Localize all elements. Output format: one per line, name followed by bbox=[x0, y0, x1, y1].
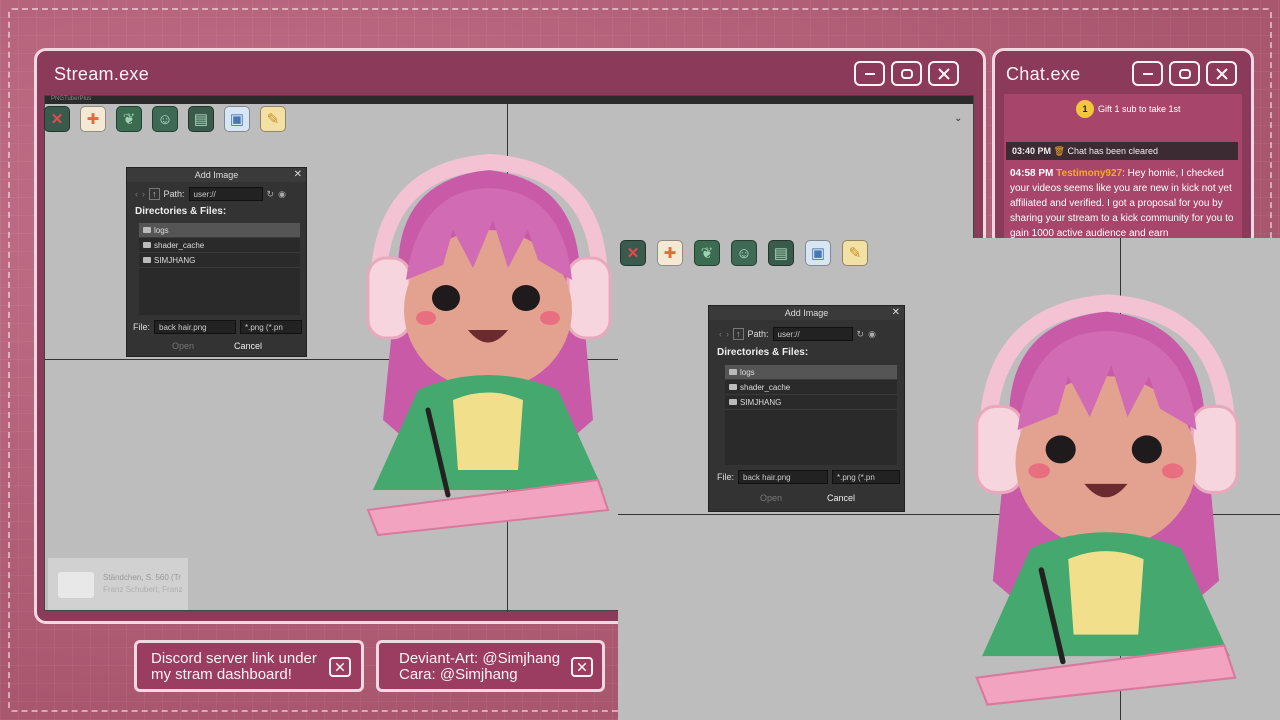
chat-username[interactable]: Testimony927 bbox=[1056, 168, 1122, 179]
folder-icon bbox=[729, 384, 737, 390]
dialog-title: Add Image bbox=[709, 306, 904, 320]
toolbar: ✕ ✚ ❦ ☺ ▤ ▣ ✎ bbox=[620, 240, 868, 266]
file-list: logs shader_cache SIMJHANG bbox=[725, 365, 897, 465]
list-item[interactable]: logs bbox=[139, 223, 300, 238]
list-item[interactable]: SIMJHANG bbox=[139, 253, 300, 268]
stream-window-controls bbox=[854, 61, 959, 86]
open-button[interactable]: Open bbox=[755, 491, 787, 505]
add-image-icon[interactable]: ✚ bbox=[657, 240, 683, 266]
album-art bbox=[58, 572, 94, 598]
dialog-close-icon[interactable]: ✕ bbox=[294, 169, 302, 180]
notice-socials: Deviant-Art: @Simjhang Cara: @Simjhang bbox=[376, 640, 605, 692]
folder-icon bbox=[143, 242, 151, 248]
folder-icon bbox=[143, 257, 151, 263]
close-icon[interactable] bbox=[571, 657, 593, 677]
chat-body: 1 Gift 1 sub to take 1st 03:40 PM 🗑 Chat… bbox=[1004, 94, 1242, 244]
leaf-icon[interactable]: ❦ bbox=[116, 106, 142, 132]
forward-icon[interactable]: › bbox=[726, 329, 729, 339]
track-title: Ständchen, S. 560 (Tr bbox=[103, 573, 181, 582]
gift-text: Gift 1 sub to take 1st bbox=[1098, 104, 1181, 114]
face-icon[interactable]: ☺ bbox=[731, 240, 757, 266]
path-label: Path: bbox=[747, 329, 769, 339]
back-icon[interactable]: ‹ bbox=[135, 189, 138, 199]
add-image-icon[interactable]: ✚ bbox=[80, 106, 106, 132]
file-label: File: bbox=[717, 472, 735, 482]
path-input[interactable]: user:// bbox=[188, 187, 263, 201]
up-icon[interactable]: ↑ bbox=[733, 328, 744, 340]
settings-icon[interactable]: ✎ bbox=[260, 106, 286, 132]
back-icon[interactable]: ‹ bbox=[719, 329, 722, 339]
path-label: Path: bbox=[163, 189, 185, 199]
visibility-icon[interactable]: ◉ bbox=[868, 329, 876, 340]
trash-icon: 🗑 bbox=[1053, 146, 1065, 156]
avatar-illustration bbox=[366, 153, 612, 537]
cancel-button[interactable]: Cancel bbox=[823, 491, 859, 505]
forward-icon[interactable]: › bbox=[142, 189, 145, 199]
directories-label: Directories & Files: bbox=[717, 347, 809, 358]
open-button[interactable]: Open bbox=[167, 339, 199, 353]
directories-label: Directories & Files: bbox=[135, 206, 227, 217]
track-artist: Franz Schubert, Franz Li bbox=[103, 585, 185, 594]
file-name-input[interactable]: back hair.png bbox=[738, 470, 829, 484]
delete-icon[interactable]: ✕ bbox=[620, 240, 646, 266]
close-button[interactable] bbox=[928, 61, 959, 86]
dialog-close-icon[interactable]: ✕ bbox=[892, 307, 900, 318]
now-playing-widget: Ständchen, S. 560 (Tr Franz Schubert, Fr… bbox=[48, 558, 188, 610]
settings-icon[interactable]: ✎ bbox=[842, 240, 868, 266]
face-icon[interactable]: ☺ bbox=[152, 106, 178, 132]
leaf-icon[interactable]: ❦ bbox=[694, 240, 720, 266]
gift-banner[interactable]: 1 Gift 1 sub to take 1st bbox=[1004, 94, 1242, 130]
notice-discord: Discord server link under my stram dashb… bbox=[134, 640, 364, 692]
list-item[interactable]: shader_cache bbox=[725, 380, 897, 395]
refresh-icon[interactable]: ↻ bbox=[857, 329, 865, 340]
chat-window-title: Chat.exe bbox=[1006, 64, 1081, 84]
document-icon[interactable]: ▤ bbox=[188, 106, 214, 132]
minimize-button[interactable] bbox=[854, 61, 885, 86]
file-list: logs shader_cache SIMJHANG bbox=[139, 223, 300, 315]
close-button[interactable] bbox=[1206, 61, 1237, 86]
save-icon[interactable]: ▣ bbox=[224, 106, 250, 132]
avatar-illustration bbox=[975, 294, 1239, 706]
file-name-input[interactable]: back hair.png bbox=[154, 320, 237, 334]
collapse-icon[interactable]: ⌄ bbox=[954, 113, 962, 124]
list-item[interactable]: shader_cache bbox=[139, 238, 300, 253]
minimize-button[interactable] bbox=[1132, 61, 1163, 86]
add-image-dialog: Add Image ✕ ‹ › ↑ Path: user:// ↻ ◉ Dire… bbox=[708, 305, 905, 512]
maximize-button[interactable] bbox=[891, 61, 922, 86]
list-item[interactable]: logs bbox=[725, 365, 897, 380]
document-icon[interactable]: ▤ bbox=[768, 240, 794, 266]
list-item[interactable]: SIMJHANG bbox=[725, 395, 897, 410]
file-label: File: bbox=[133, 322, 151, 332]
folder-icon bbox=[729, 399, 737, 405]
folder-icon bbox=[143, 227, 151, 233]
dialog-title: Add Image bbox=[127, 168, 306, 182]
up-icon[interactable]: ↑ bbox=[149, 188, 160, 200]
chat-cleared-notice: 03:40 PM 🗑 Chat has been cleared bbox=[1006, 142, 1238, 160]
cancel-button[interactable]: Cancel bbox=[231, 339, 265, 353]
file-filter-select[interactable]: *.png (*.pn bbox=[240, 320, 303, 334]
maximize-button[interactable] bbox=[1169, 61, 1200, 86]
path-input[interactable]: user:// bbox=[772, 327, 853, 341]
app-title-bar: PNGTuberPlus bbox=[45, 96, 973, 104]
delete-icon[interactable]: ✕ bbox=[44, 106, 70, 132]
chat-window-controls bbox=[1132, 61, 1237, 86]
add-image-dialog: Add Image ✕ ‹ › ↑ Path: user:// ↻ ◉ Dire… bbox=[126, 167, 307, 357]
gift-count-badge: 1 bbox=[1076, 100, 1094, 118]
close-icon[interactable] bbox=[329, 657, 351, 677]
folder-icon bbox=[729, 369, 737, 375]
visibility-icon[interactable]: ◉ bbox=[278, 189, 286, 200]
toolbar: ✕ ✚ ❦ ☺ ▤ ▣ ✎ bbox=[44, 106, 286, 132]
file-filter-select[interactable]: *.png (*.pn bbox=[832, 470, 901, 484]
save-icon[interactable]: ▣ bbox=[805, 240, 831, 266]
chat-message: 04:58 PM Testimony927: Hey homie, I chec… bbox=[1010, 168, 1234, 239]
refresh-icon[interactable]: ↻ bbox=[267, 189, 275, 200]
stream-window-title: Stream.exe bbox=[54, 64, 150, 84]
